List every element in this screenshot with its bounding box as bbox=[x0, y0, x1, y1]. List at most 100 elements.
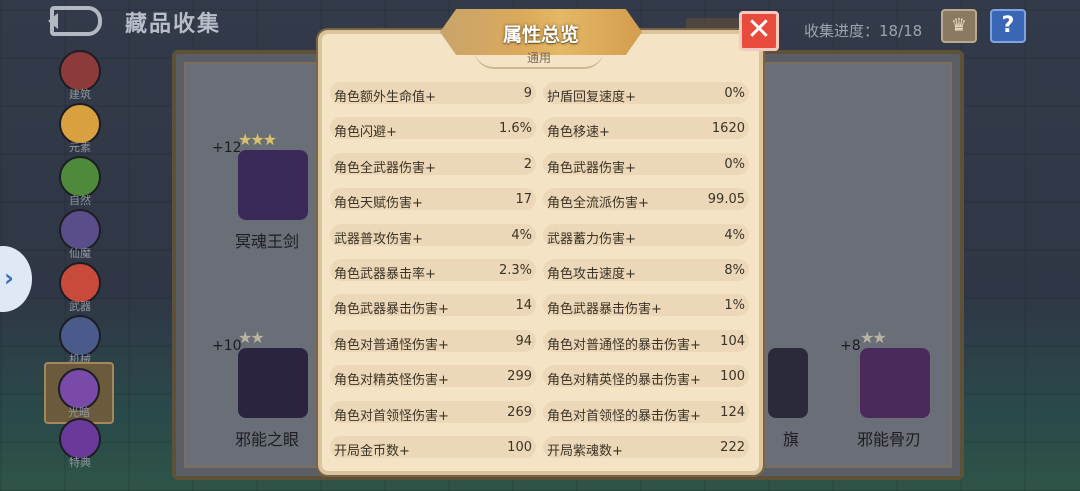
stat-row: 角色对首领怪的暴击伤害+ 124 bbox=[543, 400, 749, 424]
stat-row: 开局紫魂数+ 222 bbox=[543, 436, 749, 459]
stat-row: 角色武器伤害+ 0% bbox=[543, 152, 749, 176]
stat-row: 武器普攻伤害+ 4% bbox=[330, 223, 536, 247]
sword-icon bbox=[238, 150, 308, 220]
stat-name: 角色武器暴击伤害+ bbox=[334, 302, 449, 318]
stat-value: 104 bbox=[720, 333, 745, 349]
stat-name: 角色武器伤害+ bbox=[547, 160, 636, 176]
stat-value: 124 bbox=[720, 404, 745, 420]
crown-button[interactable]: ♛ bbox=[941, 9, 977, 43]
stat-value: 99.05 bbox=[707, 192, 745, 208]
item-stars: ★★ bbox=[860, 328, 887, 347]
stat-row: 武器蓄力伤害+ 4% bbox=[543, 223, 749, 247]
stat-name: 角色闪避+ bbox=[334, 125, 397, 141]
stat-name: 角色武器暴击率+ bbox=[334, 267, 436, 282]
collection-progress: 收集进度：18/18 bbox=[804, 22, 923, 40]
stat-name: 角色对首领怪的暴击伤害+ bbox=[547, 408, 701, 424]
stat-name: 角色全流派伤害+ bbox=[547, 196, 649, 212]
stat-value: 4% bbox=[724, 227, 745, 243]
stat-name: 角色对普通怪的暴击伤害+ bbox=[547, 337, 701, 353]
sidebar-item-light-dark[interactable]: 光暗 bbox=[44, 362, 114, 424]
page-title: 藏品收集 bbox=[125, 12, 222, 37]
stat-name: 角色对精英怪伤害+ bbox=[334, 373, 449, 389]
stat-row: 开局金币数+ 100 bbox=[330, 436, 536, 459]
stat-row: 角色全武器伤害+ 2 bbox=[330, 152, 536, 176]
banner-icon bbox=[768, 348, 808, 418]
collection-item[interactable]: +10 ★★ 邪能之眼 bbox=[212, 328, 322, 454]
collection-item[interactable]: +12 ★★★ 冥魂王剑 bbox=[212, 130, 322, 256]
stat-value: 2.3% bbox=[498, 263, 532, 278]
stat-row: 角色武器暴击伤害+ 1% bbox=[543, 294, 749, 318]
stat-name: 护盾回复速度+ bbox=[547, 90, 636, 105]
stat-row: 角色天赋伤害+ 17 bbox=[330, 188, 536, 212]
stat-value: 222 bbox=[720, 440, 745, 455]
stat-row: 角色武器暴击率+ 2.3% bbox=[330, 259, 536, 282]
stat-value: 17 bbox=[515, 192, 532, 208]
sidebar-item-label: 元素 bbox=[69, 141, 91, 154]
sidebar-item-label: 仙魔 bbox=[69, 247, 91, 260]
stat-name: 角色攻击速度+ bbox=[547, 267, 636, 282]
stat-row: 角色武器暴击伤害+ 14 bbox=[330, 294, 536, 318]
eye-icon bbox=[238, 348, 308, 418]
stat-name: 角色全武器伤害+ bbox=[334, 160, 436, 176]
stat-row: 角色闪避+ 1.6% bbox=[330, 117, 536, 141]
sidebar-item-immortal-demon[interactable]: 仙魔 bbox=[58, 209, 102, 260]
stat-value: 100 bbox=[507, 440, 532, 455]
stat-name: 角色对普通怪伤害+ bbox=[334, 337, 449, 353]
stat-value: 0% bbox=[724, 156, 745, 172]
sidebar-item-special[interactable]: 特典 bbox=[58, 418, 102, 469]
sidebar-item-building[interactable]: 建筑 bbox=[58, 50, 102, 101]
sidebar-item-label: 武器 bbox=[69, 300, 91, 313]
item-name: 邪能骨刃 bbox=[856, 430, 921, 449]
stat-row: 角色对普通怪的暴击伤害+ 104 bbox=[543, 329, 749, 353]
chevron-right-icon: › bbox=[4, 264, 14, 292]
collection-item[interactable]: +8 ★★ 邪能骨刃 bbox=[834, 328, 944, 454]
close-button[interactable]: ✕ bbox=[739, 11, 779, 51]
sidebar-item-mechanical[interactable]: 机械 bbox=[58, 315, 102, 366]
stat-value: 100 bbox=[720, 369, 745, 385]
item-name: 邪能之眼 bbox=[234, 430, 299, 449]
stat-name: 开局紫魂数+ bbox=[547, 444, 623, 459]
stat-name: 角色武器暴击伤害+ bbox=[547, 302, 662, 318]
stat-name: 角色天赋伤害+ bbox=[334, 196, 423, 212]
sidebar-item-element[interactable]: 元素 bbox=[58, 103, 102, 154]
stat-name: 角色对首领怪伤害+ bbox=[334, 408, 449, 424]
stat-name: 开局金币数+ bbox=[334, 444, 410, 459]
back-arrow-icon[interactable] bbox=[48, 6, 102, 36]
stat-value: 14 bbox=[515, 298, 532, 314]
stat-value: 9 bbox=[523, 86, 532, 101]
sidebar-item-label: 自然 bbox=[69, 194, 91, 207]
stat-row: 角色对精英怪的暴击伤害+ 100 bbox=[543, 365, 749, 389]
stat-value: 299 bbox=[507, 369, 532, 385]
stat-value: 94 bbox=[515, 333, 532, 349]
item-name: 冥魂王剑 bbox=[234, 232, 299, 251]
stat-row: 角色额外生命值+ 9 bbox=[330, 82, 536, 105]
item-level: +8 bbox=[840, 338, 861, 354]
stat-row: 角色对普通怪伤害+ 94 bbox=[330, 329, 536, 353]
item-stars: ★★★ bbox=[238, 130, 277, 149]
stat-name: 角色对精英怪的暴击伤害+ bbox=[547, 373, 701, 389]
stat-row: 护盾回复速度+ 0% bbox=[543, 82, 749, 105]
stat-value: 8% bbox=[724, 263, 745, 278]
stat-name: 武器普攻伤害+ bbox=[334, 231, 423, 247]
stat-value: 4% bbox=[511, 227, 532, 243]
category-sidebar: 建筑 元素 自然 仙魔 武器 机械 光暗 特典 bbox=[44, 46, 114, 491]
crown-icon: ♛ bbox=[950, 15, 968, 36]
bone-blade-icon bbox=[860, 348, 930, 418]
sidebar-item-label: 建筑 bbox=[69, 88, 91, 101]
stat-row: 角色全流派伤害+ 99.05 bbox=[543, 188, 749, 212]
close-icon: ✕ bbox=[746, 12, 772, 47]
stat-value: 1% bbox=[724, 298, 745, 314]
sidebar-item-nature[interactable]: 自然 bbox=[58, 156, 102, 207]
stat-row: 角色攻击速度+ 8% bbox=[543, 259, 749, 282]
sidebar-item-weapon[interactable]: 武器 bbox=[58, 262, 102, 313]
stat-value: 2 bbox=[523, 156, 532, 172]
stat-value: 1.6% bbox=[498, 121, 532, 137]
dialog-title: 属性总览 bbox=[502, 24, 579, 46]
stat-name: 武器蓄力伤害+ bbox=[547, 231, 636, 247]
tab-general[interactable]: 通用 bbox=[474, 49, 604, 69]
stat-name: 角色额外生命值+ bbox=[334, 90, 436, 105]
stat-value: 269 bbox=[507, 404, 532, 420]
stat-value: 0% bbox=[724, 86, 745, 101]
help-button[interactable]: ? bbox=[990, 9, 1026, 43]
stat-row: 角色对首领怪伤害+ 269 bbox=[330, 400, 536, 424]
